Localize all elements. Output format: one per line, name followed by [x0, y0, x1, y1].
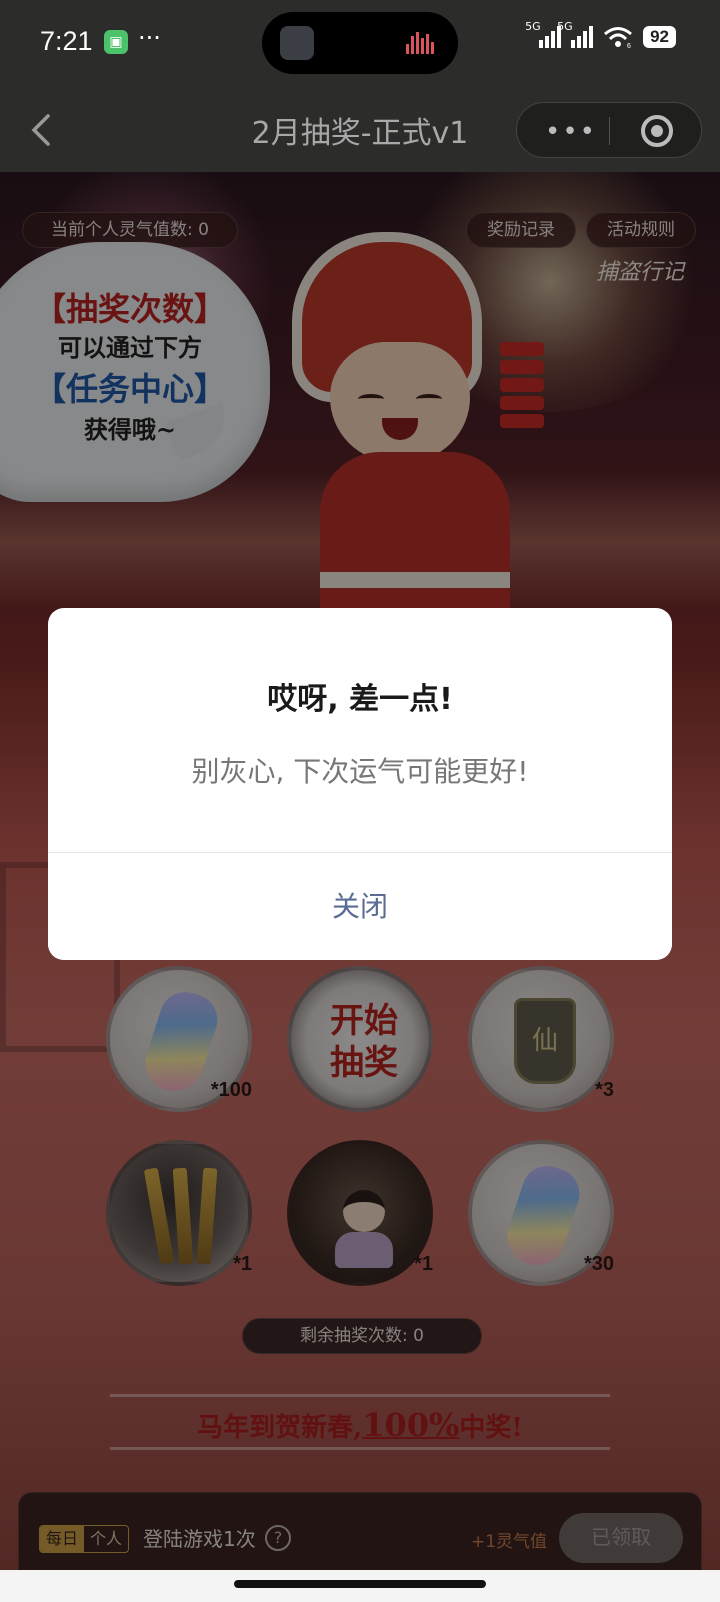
battery-indicator: 92 [643, 26, 676, 48]
status-more-icon: ··· [138, 24, 161, 52]
target-circle-icon[interactable] [641, 115, 673, 147]
signal-2-icon: 5G [557, 20, 594, 48]
nav-bar: 2月抽奖-正式v1 ••• [0, 88, 720, 172]
audio-wave-icon [406, 32, 440, 54]
dialog-message: 别灰心, 下次运气可能更好! [191, 755, 529, 788]
home-indicator-area [0, 1570, 720, 1602]
wifi-icon: 6 [604, 27, 633, 48]
close-button[interactable]: 关闭 [48, 853, 672, 960]
mini-program-capsule: ••• [516, 102, 702, 158]
wechat-mini-icon: ▣ [104, 30, 128, 54]
dynamic-island[interactable] [262, 12, 458, 74]
status-indicators: 5G 5G 6 92 [525, 20, 676, 48]
more-dots-icon[interactable]: ••• [545, 117, 597, 147]
media-thumbnail [280, 26, 314, 60]
status-bar: 7:21 ▣ ··· 5G 5G 6 92 [0, 0, 720, 88]
capsule-divider [609, 117, 610, 145]
result-dialog: 哎呀, 差一点! 别灰心, 下次运气可能更好! 关闭 [48, 608, 672, 960]
dialog-title: 哎呀, 差一点! [267, 682, 453, 717]
svg-text:6: 6 [627, 43, 631, 48]
status-time: 7:21 [40, 26, 93, 56]
home-indicator[interactable] [234, 1580, 486, 1588]
